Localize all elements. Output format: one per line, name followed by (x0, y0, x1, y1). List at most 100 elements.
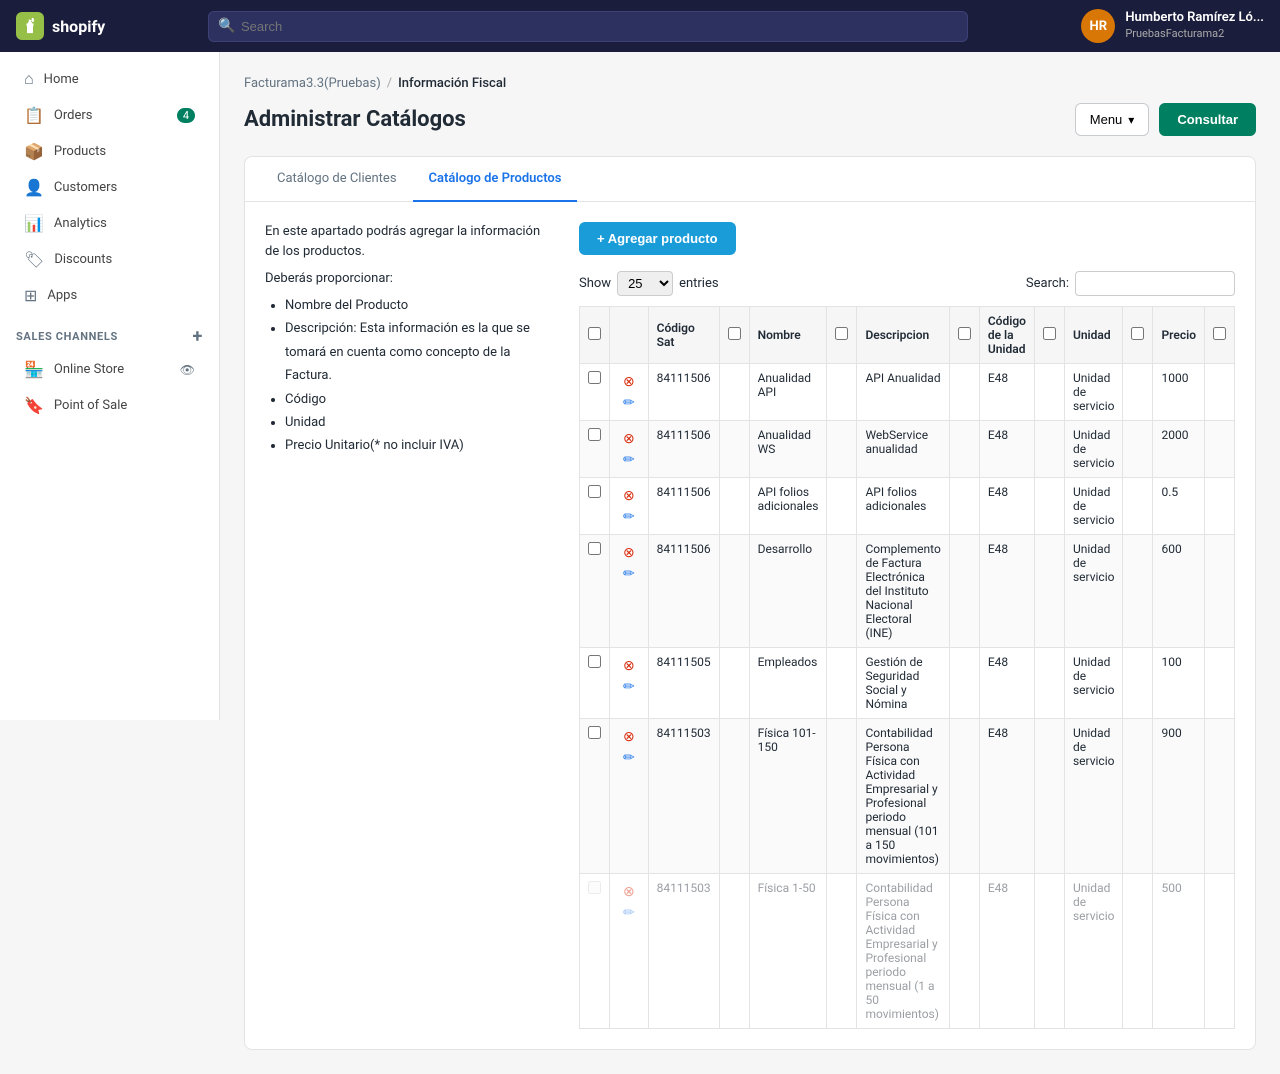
cell-check3 (827, 648, 857, 719)
edit-button[interactable]: ✏ (621, 563, 637, 584)
check4[interactable] (958, 327, 971, 340)
sidebar-item-home[interactable]: ⌂ Home (8, 61, 211, 97)
col-check4 (949, 307, 979, 364)
row-actions[interactable]: ⊗ ✏ (610, 421, 649, 478)
cell-nombre: Empleados (749, 648, 827, 719)
row-check[interactable] (580, 648, 610, 719)
cell-check7 (1205, 874, 1235, 1029)
cell-check2 (719, 874, 749, 1029)
row-actions[interactable]: ⊗ ✏ (610, 364, 649, 421)
cell-unidad: Unidad de servicio (1064, 535, 1123, 648)
edit-button[interactable]: ✏ (621, 506, 637, 527)
check6[interactable] (1131, 327, 1144, 340)
row-check[interactable] (580, 478, 610, 535)
row-actions[interactable]: ⊗ ✏ (610, 719, 649, 874)
row-checkbox[interactable] (588, 542, 601, 555)
search-input[interactable] (208, 11, 968, 42)
check3[interactable] (835, 327, 848, 340)
tab-bar: Catálogo de Clientes Catálogo de Product… (245, 157, 1255, 202)
cell-codigo-sat: 84111506 (648, 535, 719, 648)
table-row: ⊗ ✏ 84111506 API folios adicionales API … (580, 478, 1235, 535)
delete-button[interactable]: ⊗ (621, 655, 637, 676)
search-bar[interactable]: 🔍 (208, 11, 968, 42)
row-check[interactable] (580, 535, 610, 648)
logo[interactable]: shopify (16, 12, 196, 40)
logo-text: shopify (52, 17, 105, 36)
col-check-all (580, 307, 610, 364)
row-checkbox[interactable] (588, 655, 601, 668)
col-actions-header (610, 307, 649, 364)
check2[interactable] (728, 327, 741, 340)
sidebar-item-orders[interactable]: 📋 Orders 4 (8, 98, 211, 133)
check7[interactable] (1213, 327, 1226, 340)
cell-check5 (1034, 421, 1064, 478)
sidebar-item-label: Online Store (54, 362, 124, 377)
delete-button[interactable]: ⊗ (621, 542, 637, 563)
menu-button[interactable]: Menu ▾ (1075, 103, 1150, 136)
cell-descripcion: Gestión de Seguridad Social y Nómina (857, 648, 949, 719)
table-search-input[interactable] (1075, 271, 1235, 296)
row-checkbox[interactable] (588, 428, 601, 441)
check-all[interactable] (588, 327, 601, 340)
row-check[interactable] (580, 874, 610, 1029)
col-check6 (1123, 307, 1153, 364)
edit-button[interactable]: ✏ (621, 902, 637, 923)
cell-unidad: Unidad de servicio (1064, 719, 1123, 874)
store-icon: 🏪 (24, 360, 44, 379)
edit-button[interactable]: ✏ (621, 449, 637, 470)
col-descripcion: Descripcion (857, 307, 949, 364)
table-search: Search: (1026, 271, 1235, 296)
sidebar-item-products[interactable]: 📦 Products (8, 134, 211, 169)
main-content: Facturama3.3(Pruebas) / Información Fisc… (220, 52, 1280, 1074)
row-checkbox[interactable] (588, 371, 601, 384)
row-actions[interactable]: ⊗ ✏ (610, 478, 649, 535)
sidebar-item-label: Point of Sale (54, 398, 127, 413)
delete-button[interactable]: ⊗ (621, 485, 637, 506)
row-actions[interactable]: ⊗ ✏ (610, 648, 649, 719)
breadcrumb-parent[interactable]: Facturama3.3(Pruebas) (244, 76, 381, 91)
cell-check2 (719, 535, 749, 648)
tab-productos[interactable]: Catálogo de Productos (413, 157, 578, 202)
tab-productos-label: Catálogo de Productos (429, 171, 562, 186)
tab-clientes[interactable]: Catálogo de Clientes (261, 157, 413, 202)
row-actions[interactable]: ⊗ ✏ (610, 874, 649, 1029)
add-channel-icon[interactable]: + (193, 326, 203, 347)
products-table: Código Sat Nombre Descripcion Código de … (579, 306, 1235, 1029)
entries-select[interactable]: 25 50 100 (617, 271, 673, 296)
delete-button[interactable]: ⊗ (621, 726, 637, 747)
delete-button[interactable]: ⊗ (621, 881, 637, 902)
cell-check7 (1205, 421, 1235, 478)
sidebar-item-customers[interactable]: 👤 Customers (8, 170, 211, 205)
row-checkbox[interactable] (588, 726, 601, 739)
cell-unidad: Unidad de servicio (1064, 364, 1123, 421)
row-checkbox[interactable] (588, 485, 601, 498)
row-check[interactable] (580, 421, 610, 478)
consult-button[interactable]: Consultar (1159, 103, 1256, 136)
delete-button[interactable]: ⊗ (621, 371, 637, 392)
row-check[interactable] (580, 719, 610, 874)
cell-check4 (949, 535, 979, 648)
sidebar-item-pos[interactable]: 🔖 Point of Sale (8, 388, 211, 423)
edit-button[interactable]: ✏ (621, 392, 637, 413)
delete-button[interactable]: ⊗ (621, 428, 637, 449)
add-product-button[interactable]: + Agregar producto (579, 222, 736, 255)
row-actions[interactable]: ⊗ ✏ (610, 535, 649, 648)
cell-codigo-sat: 84111506 (648, 364, 719, 421)
user-menu[interactable]: HR Humberto Ramírez Ló... PruebasFactura… (1081, 9, 1264, 43)
sidebar-item-discounts[interactable]: 🏷 Discounts (8, 242, 211, 277)
cell-check6 (1123, 874, 1153, 1029)
edit-button[interactable]: ✏ (621, 676, 637, 697)
search-label: Search: (1026, 276, 1069, 291)
sidebar-item-analytics[interactable]: 📊 Analytics (8, 206, 211, 241)
show-entries-left: Show 25 50 100 entries (579, 271, 719, 296)
sidebar-item-apps[interactable]: ⊞ Apps (8, 278, 211, 313)
sidebar-item-online-store[interactable]: 🏪 Online Store 👁 (8, 352, 211, 387)
bullet-item: Precio Unitario(* no incluir IVA) (285, 434, 555, 457)
cell-descripcion: API Anualidad (857, 364, 949, 421)
row-check[interactable] (580, 364, 610, 421)
check5[interactable] (1043, 327, 1056, 340)
edit-button[interactable]: ✏ (621, 747, 637, 768)
cell-codigo-unidad: E48 (979, 478, 1034, 535)
sidebar-item-label: Discounts (54, 252, 112, 267)
row-checkbox[interactable] (588, 881, 601, 894)
